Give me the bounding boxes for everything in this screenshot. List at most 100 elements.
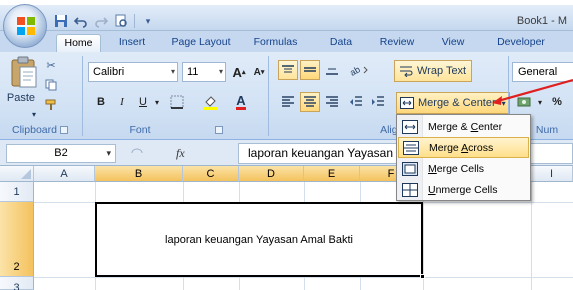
merge-cells-icon — [400, 160, 420, 178]
align-right-icon[interactable] — [322, 92, 342, 112]
tab-developer[interactable]: Developer — [490, 34, 552, 52]
window-title: Book1 - M — [516, 15, 567, 27]
align-top-icon[interactable] — [278, 60, 298, 80]
undo-icon[interactable] — [72, 13, 90, 29]
row-header-2[interactable]: 2 — [0, 202, 34, 277]
paste-dropdown-icon[interactable]: ▾ — [32, 110, 36, 119]
orientation-icon[interactable]: ab — [346, 60, 372, 80]
paste-button-label[interactable]: Paste — [6, 92, 36, 104]
insert-function-icon[interactable]: fx — [176, 146, 185, 161]
font-color-button[interactable]: A — [230, 92, 252, 112]
title-bar: ▾ Book1 - M — [0, 5, 573, 31]
menu-item-merge-across-label: Merge Across — [429, 141, 494, 154]
tab-data[interactable]: Data — [323, 34, 359, 52]
merge-dropdown-menu: Merge & Center Merge Across Merge Cells … — [396, 114, 531, 201]
borders-icon[interactable] — [166, 92, 188, 112]
align-middle-icon[interactable] — [300, 60, 320, 80]
grow-font-label: A — [232, 64, 242, 80]
font-name-combo[interactable]: Calibri ▾ — [88, 62, 178, 82]
percent-button[interactable]: % — [550, 92, 564, 112]
underline-dropdown-icon[interactable]: ▾ — [152, 92, 162, 112]
menu-item-merge-cells[interactable]: Merge Cells — [398, 158, 529, 179]
merged-cell-b2[interactable]: laporan keuangan Yayasan Amal Bakti — [95, 202, 423, 277]
font-launcher-icon[interactable] — [214, 126, 223, 135]
shrink-font-label: A — [253, 66, 261, 78]
copy-icon[interactable] — [44, 78, 58, 92]
merge-dropdown-icon[interactable]: ▾ — [502, 99, 506, 108]
grid-line — [34, 277, 573, 278]
tab-formulas[interactable]: Formulas — [248, 34, 303, 52]
number-format-combo[interactable]: General — [512, 62, 573, 82]
wrap-text-label: Wrap Text — [417, 65, 467, 77]
align-bottom-icon[interactable] — [322, 60, 342, 80]
format-painter-icon[interactable] — [44, 98, 58, 112]
font-name-value: Calibri — [93, 66, 125, 78]
increase-indent-icon[interactable] — [368, 92, 388, 112]
row-header-3[interactable]: 3 — [0, 277, 34, 290]
group-separator — [268, 56, 269, 136]
formula-cancel-icon[interactable] — [130, 148, 144, 158]
font-size-dropdown-icon[interactable]: ▾ — [219, 63, 223, 81]
unmerge-cells-icon — [400, 181, 420, 199]
tab-insert[interactable]: Insert — [110, 34, 154, 52]
menu-item-merge-center[interactable]: Merge & Center — [398, 116, 529, 137]
customize-icon[interactable]: ▾ — [139, 13, 157, 29]
fill-color-icon[interactable] — [200, 92, 222, 112]
merge-center-icon — [400, 118, 420, 136]
office-button[interactable] — [3, 4, 47, 48]
menu-item-unmerge-cells-label: Unmerge Cells — [428, 183, 498, 196]
bold-button[interactable]: B — [92, 92, 110, 112]
font-size-value: 11 — [187, 66, 199, 78]
merge-across-icon — [401, 139, 421, 157]
merge-center-button[interactable]: Merge & Center ▾ — [396, 92, 510, 114]
redo-icon[interactable] — [92, 13, 110, 29]
tab-review[interactable]: Review — [375, 34, 419, 52]
merge-center-icon — [400, 97, 414, 109]
clipboard-launcher-icon[interactable] — [59, 126, 68, 135]
office-logo-icon — [17, 17, 35, 35]
ribbon-tabs: Home Insert Page Layout Formulas Data Re… — [0, 31, 573, 52]
column-header-i[interactable]: I — [531, 166, 573, 182]
align-center-icon[interactable] — [300, 92, 320, 112]
clipboard-label-text: Clipboard — [12, 124, 57, 136]
quick-access-toolbar: ▾ — [52, 12, 157, 30]
tab-view[interactable]: View — [436, 34, 470, 52]
font-size-combo[interactable]: 11 ▾ — [182, 62, 226, 82]
column-header-c[interactable]: C — [183, 166, 239, 182]
wrap-text-button[interactable]: Wrap Text — [394, 60, 472, 82]
currency-dropdown-icon[interactable]: ▾ — [536, 92, 544, 112]
cut-icon[interactable]: ✂ — [44, 58, 58, 72]
column-header-e[interactable]: E — [304, 166, 360, 182]
name-box-dropdown-icon[interactable]: ▾ — [106, 145, 111, 162]
paste-icon[interactable] — [8, 56, 40, 90]
name-box-value: B2 — [54, 147, 68, 159]
italic-button[interactable]: I — [113, 92, 131, 112]
group-separator — [82, 56, 83, 136]
row-header-1[interactable]: 1 — [0, 182, 34, 202]
fill-handle[interactable] — [420, 274, 425, 279]
column-header-a[interactable]: A — [34, 166, 95, 182]
currency-icon[interactable] — [514, 92, 536, 112]
column-header-b[interactable]: B — [95, 166, 183, 182]
font-group-label: Font — [86, 123, 266, 137]
font-color-label: A — [236, 92, 246, 110]
shrink-font-button[interactable]: A ▾ — [250, 62, 268, 82]
grow-font-button[interactable]: A ▴ — [230, 62, 248, 82]
menu-item-merge-center-label: Merge & Center — [428, 120, 503, 133]
merge-center-label: Merge & Center — [418, 97, 496, 109]
print-preview-icon[interactable] — [112, 13, 130, 29]
menu-item-merge-across[interactable]: Merge Across — [398, 137, 529, 158]
font-name-dropdown-icon[interactable]: ▾ — [171, 63, 175, 81]
svg-text:ab: ab — [349, 64, 362, 77]
save-icon[interactable] — [52, 13, 70, 29]
decrease-indent-icon[interactable] — [346, 92, 366, 112]
name-box[interactable]: B2 ▾ — [6, 144, 116, 163]
tab-home[interactable]: Home — [56, 34, 101, 52]
align-left-icon[interactable] — [278, 92, 298, 112]
shrink-caret-icon: ▾ — [260, 69, 265, 76]
select-all-corner[interactable] — [0, 166, 34, 182]
menu-item-unmerge-cells[interactable]: Unmerge Cells — [398, 179, 529, 200]
column-header-d[interactable]: D — [239, 166, 304, 182]
underline-button[interactable]: U — [134, 92, 152, 112]
tab-page-layout[interactable]: Page Layout — [166, 34, 236, 52]
